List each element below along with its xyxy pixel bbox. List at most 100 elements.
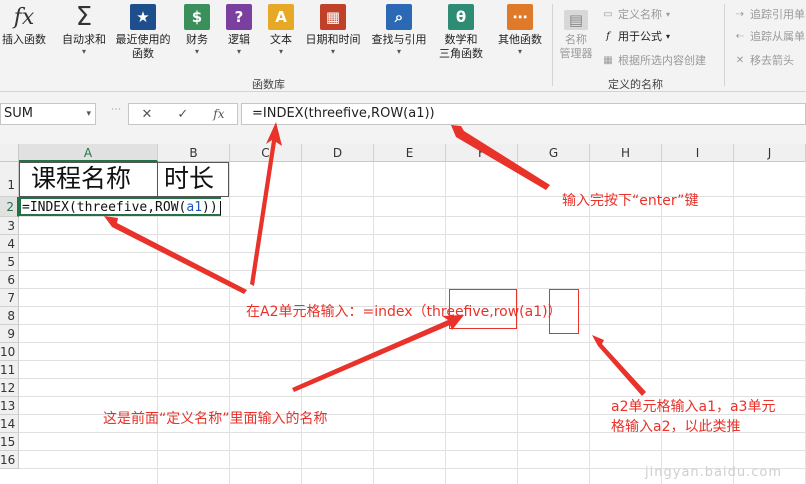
name-manager-button[interactable]: ▤ 名称 管理器	[556, 10, 596, 61]
row-header-9[interactable]: 9	[0, 325, 19, 343]
column-header-f[interactable]: F	[446, 144, 518, 162]
lookup-reference-button[interactable]: ⌕ 查找与引用 ▾	[366, 4, 432, 56]
insert-function-label: 插入函数	[2, 33, 46, 46]
create-from-selection-label: 根据所选内容创建	[618, 54, 706, 67]
insert-function-icon[interactable]: fx	[213, 107, 224, 121]
create-from-selection-button[interactable]: ▦ 根据所选内容创建	[602, 52, 706, 68]
insert-function-button[interactable]: fx 插入函数	[0, 4, 48, 47]
column-header-a[interactable]: A	[19, 144, 158, 162]
select-all-corner[interactable]	[0, 144, 19, 162]
row-header-8[interactable]: 8	[0, 307, 19, 325]
name-manager-label1: 名称	[565, 33, 587, 46]
column-header-e[interactable]: E	[374, 144, 446, 162]
autosum-button[interactable]: Σ 自动求和 ▾	[56, 2, 112, 56]
row-header-1[interactable]: 1	[0, 162, 19, 197]
formula-part: ))	[202, 200, 218, 215]
column-header-b[interactable]: B	[158, 144, 230, 162]
use-in-formula-button[interactable]: f 用于公式 ▾	[602, 28, 670, 44]
enter-check-icon[interactable]: ✓	[177, 107, 188, 122]
watermark: jingyan.baidu.com	[645, 465, 782, 480]
row-header-6[interactable]: 6	[0, 271, 19, 289]
more-functions-button[interactable]: ⋯ 其他函数 ▾	[492, 4, 548, 56]
remove-arrows-button[interactable]: ✕ 移去箭头	[734, 52, 794, 68]
math-trig-label: 数学和	[444, 33, 478, 46]
chevron-down-icon: ▾	[236, 47, 241, 56]
column-header-g[interactable]: G	[518, 144, 590, 162]
annotation-row-hint: a2单元格输入a1，a3单元 格输入a2，以此类推	[611, 397, 775, 437]
column-header-d[interactable]: D	[302, 144, 374, 162]
row-gridline	[19, 360, 806, 361]
trace-precedents-label: 追踪引用单	[750, 8, 805, 21]
use-in-formula-label: 用于公式	[618, 30, 662, 43]
row-gridline	[19, 252, 806, 253]
cell-a2-editor[interactable]: =INDEX(threefive,ROW(a1))	[19, 197, 221, 216]
cancel-icon[interactable]: ✕	[141, 107, 152, 122]
chevron-down-icon: ▾	[330, 47, 335, 56]
more-functions-icon: ⋯	[507, 4, 533, 30]
row-header-3[interactable]: 3	[0, 217, 19, 235]
row-header-16[interactable]: 16	[0, 451, 19, 469]
financial-button[interactable]: $ 财务 ▾	[180, 4, 214, 56]
cell-a1[interactable]: 课程名称	[31, 162, 131, 196]
chevron-down-icon[interactable]: ▾	[86, 104, 91, 124]
column-gridline	[517, 162, 518, 484]
column-header-c[interactable]: C	[230, 144, 302, 162]
chevron-down-icon: ▾	[194, 47, 199, 56]
row-header-5[interactable]: 5	[0, 253, 19, 271]
row-header-4[interactable]: 4	[0, 235, 19, 253]
tag-icon: ▭	[603, 8, 613, 20]
grid-icon: ▦	[603, 54, 613, 66]
row-header-12[interactable]: 12	[0, 379, 19, 397]
cell-b1[interactable]: 时长	[164, 162, 214, 196]
row-gridline	[19, 378, 806, 379]
recently-used-label2: 函数	[132, 47, 154, 60]
sigma-icon: Σ	[75, 2, 93, 32]
row-header-10[interactable]: 10	[0, 343, 19, 361]
chevron-down-icon: ▾	[666, 31, 671, 41]
name-manager-label2: 管理器	[559, 47, 593, 60]
formula-ref: a1	[186, 200, 203, 215]
remove-arrows-label: 移去箭头	[750, 54, 794, 67]
logical-button[interactable]: ? 逻辑 ▾	[222, 4, 256, 56]
name-box-value: SUM	[4, 106, 33, 121]
remove-arrows-icon: ✕	[735, 54, 745, 66]
text-functions-button[interactable]: A 文本 ▾	[264, 4, 298, 56]
column-gridline	[373, 162, 374, 484]
row-header-14[interactable]: 14	[0, 415, 19, 433]
ribbon-divider	[552, 4, 553, 86]
column-header-i[interactable]: I	[662, 144, 734, 162]
annotation-enter-hint: 输入完按下“enter”键	[562, 193, 699, 209]
column-header-j[interactable]: J	[734, 144, 806, 162]
define-name-button[interactable]: ▭ 定义名称 ▾	[602, 6, 670, 22]
chevron-down-icon: ▾	[666, 9, 671, 19]
chevron-down-icon: ▾	[396, 47, 401, 56]
row-gridline	[19, 450, 806, 451]
math-trig-button[interactable]: θ 数学和 三角函数	[432, 4, 490, 61]
text-caret	[219, 200, 221, 215]
row-header-11[interactable]: 11	[0, 361, 19, 379]
formula-input[interactable]: =INDEX(threefive,ROW(a1))	[241, 103, 806, 125]
recently-used-button[interactable]: ★ 最近使用的 函数	[112, 4, 174, 61]
row-gridline	[19, 270, 806, 271]
trace-precedents-button[interactable]: ⇢ 追踪引用单	[734, 6, 805, 22]
row-header-7[interactable]: 7	[0, 289, 19, 307]
trace-dependents-button[interactable]: ⇠ 追踪从属单	[734, 28, 805, 44]
column-gridline	[301, 162, 302, 484]
calendar-icon: ▦	[320, 4, 346, 30]
formula-part: =INDEX(threefive,ROW(	[22, 200, 187, 215]
resize-grip-icon[interactable]: ⋮	[110, 104, 121, 115]
name-box[interactable]: SUM ▾	[0, 103, 96, 125]
chevron-down-icon: ▾	[278, 47, 283, 56]
trace-dependents-label: 追踪从属单	[750, 30, 805, 43]
column-header-h[interactable]: H	[590, 144, 662, 162]
annotation-row-hint-line2: 格输入a2，以此类推	[611, 419, 741, 435]
more-functions-label: 其他函数	[498, 33, 542, 46]
row-header-15[interactable]: 15	[0, 433, 19, 451]
lookup-reference-label: 查找与引用	[371, 33, 427, 46]
fx-icon: fx	[13, 4, 35, 30]
row-gridline	[19, 342, 806, 343]
date-time-button[interactable]: ▦ 日期和时间 ▾	[300, 4, 366, 56]
ribbon: fx 插入函数 Σ 自动求和 ▾ ★ 最近使用的 函数 $ 财务 ▾ ? 逻辑 …	[0, 0, 806, 92]
row-header-2[interactable]: 2	[0, 197, 19, 217]
row-header-13[interactable]: 13	[0, 397, 19, 415]
